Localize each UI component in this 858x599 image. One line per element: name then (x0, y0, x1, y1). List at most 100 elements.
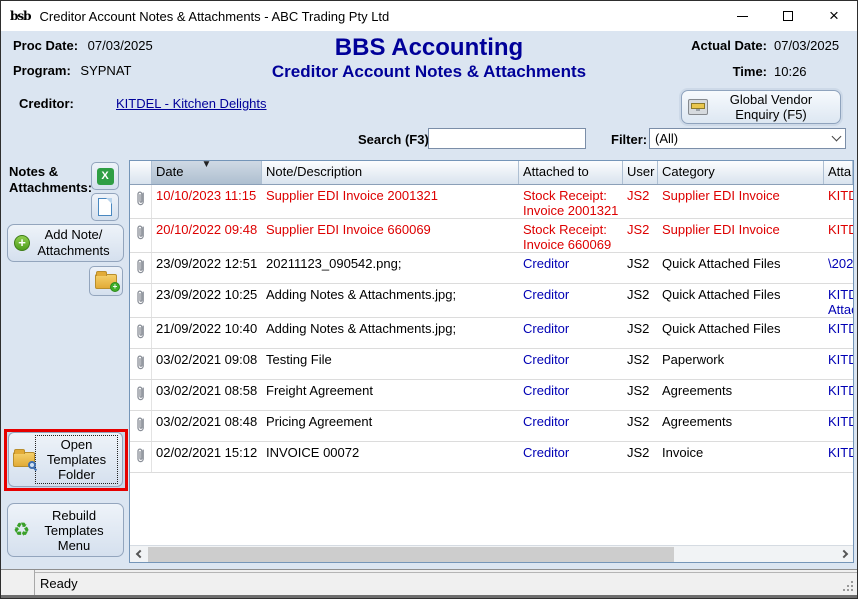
cell-description: Supplier EDI Invoice 2001321 (262, 185, 519, 218)
cell-description: 20211123_090542.png; (262, 253, 519, 283)
cell-user: JS2 (623, 318, 658, 348)
cell-attachment[interactable]: KITD (824, 219, 853, 252)
table-row[interactable]: 23/09/2022 10:25 Adding Notes & Attachme… (130, 284, 853, 318)
cell-description: Pricing Agreement (262, 411, 519, 441)
paperclip-icon (130, 253, 152, 283)
cell-attached-to[interactable]: Creditor (519, 284, 623, 317)
time-label: Time: (733, 64, 767, 79)
open-templates-folder-label: Open Templates Folder (35, 435, 118, 484)
filter-selected-value: (All) (655, 131, 833, 146)
cell-date: 03/02/2021 08:58 (152, 380, 262, 410)
cell-attachment[interactable]: KITD (824, 380, 853, 410)
header-date-label: Date (156, 164, 183, 179)
resize-grip[interactable] (843, 581, 853, 591)
cell-category: Supplier EDI Invoice (658, 185, 824, 218)
header-attached-to[interactable]: Attached to (519, 161, 623, 184)
scroll-left-button[interactable] (130, 546, 146, 562)
table-row[interactable]: 03/02/2021 08:48 Pricing Agreement Credi… (130, 411, 853, 442)
paperclip-icon (130, 318, 152, 348)
table-row[interactable]: 02/02/2021 15:12 INVOICE 00072 Creditor … (130, 442, 853, 473)
table-row[interactable]: 23/09/2022 12:51 20211123_090542.png; Cr… (130, 253, 853, 284)
table-row[interactable]: 10/10/2023 11:15 Supplier EDI Invoice 20… (130, 185, 853, 219)
rebuild-templates-menu-button[interactable]: ♻ Rebuild Templates Menu (7, 503, 124, 557)
header-attachment[interactable]: Atta (824, 161, 853, 184)
paperclip-icon (130, 349, 152, 379)
cell-attached-to[interactable]: Creditor (519, 380, 623, 410)
plus-badge-icon: + (110, 282, 120, 292)
cell-attached-to[interactable]: Stock Receipt: Invoice 2001321 (519, 185, 623, 218)
screen-title: Creditor Account Notes & Attachments (1, 62, 857, 82)
paperclip-icon (130, 380, 152, 410)
paperclip-icon (130, 284, 152, 317)
table-row[interactable]: 20/10/2022 09:48 Supplier EDI Invoice 66… (130, 219, 853, 253)
cell-date: 20/10/2022 09:48 (152, 219, 262, 252)
global-vendor-enquiry-label: Global Vendor Enquiry (F5) (708, 92, 834, 122)
status-cell-border (35, 572, 857, 573)
add-note-attachments-button[interactable]: + Add Note/ Attachments (7, 224, 124, 262)
horizontal-scrollbar[interactable] (130, 545, 853, 562)
cell-date: 23/09/2022 10:25 (152, 284, 262, 317)
actual-date-label: Actual Date: (691, 38, 767, 53)
chevron-left-icon (135, 550, 143, 558)
cell-attached-to[interactable]: Creditor (519, 318, 623, 348)
cell-attachment[interactable]: KITD (824, 411, 853, 441)
cell-attached-to[interactable]: Creditor (519, 349, 623, 379)
quick-attach-folder-button[interactable]: + (89, 266, 123, 296)
document-icon (98, 198, 112, 216)
cell-date: 03/02/2021 08:48 (152, 411, 262, 441)
cell-category: Agreements (658, 411, 824, 441)
notes-table: ▼ Date Note/Description Attached to User… (129, 160, 854, 563)
cell-user: JS2 (623, 411, 658, 441)
new-document-button[interactable] (91, 193, 119, 221)
cell-attached-to[interactable]: Stock Receipt: Invoice 660069 (519, 219, 623, 252)
filter-dropdown[interactable]: (All) (649, 128, 846, 149)
cell-attached-to[interactable]: Creditor (519, 411, 623, 441)
cell-attachment[interactable]: KITD Attac (824, 284, 853, 317)
header-description[interactable]: Note/Description (262, 161, 519, 184)
cell-attachment[interactable]: \202 (824, 253, 853, 283)
maximize-icon (783, 11, 793, 21)
minimize-button[interactable] (719, 1, 765, 31)
folder-add-icon: + (95, 274, 117, 289)
search-input[interactable] (428, 128, 586, 149)
header-category[interactable]: Category (658, 161, 824, 184)
header-user[interactable]: User (623, 161, 658, 184)
cell-attachment[interactable]: KITD (824, 185, 853, 218)
maximize-button[interactable] (765, 1, 811, 31)
status-text: Ready (40, 576, 78, 591)
cell-category: Quick Attached Files (658, 284, 824, 317)
table-row[interactable]: 21/09/2022 10:40 Adding Notes & Attachme… (130, 318, 853, 349)
cell-user: JS2 (623, 185, 658, 218)
cell-attachment[interactable]: KITD (824, 442, 853, 472)
folder-search-icon (13, 452, 35, 467)
table-body: 10/10/2023 11:15 Supplier EDI Invoice 20… (130, 185, 853, 473)
close-button[interactable]: × (811, 1, 857, 31)
titlebar: bsb Creditor Account Notes & Attachments… (1, 1, 857, 31)
scrollbar-thumb[interactable] (148, 547, 674, 562)
table-row[interactable]: 03/02/2021 08:58 Freight Agreement Credi… (130, 380, 853, 411)
cell-user: JS2 (623, 253, 658, 283)
table-row[interactable]: 03/02/2021 09:08 Testing File Creditor J… (130, 349, 853, 380)
paperclip-icon (130, 185, 152, 218)
cell-attached-to[interactable]: Creditor (519, 442, 623, 472)
header-date[interactable]: ▼ Date (152, 161, 262, 184)
rebuild-templates-menu-label: Rebuild Templates Menu (30, 508, 118, 553)
excel-export-icon: X (97, 168, 114, 185)
cell-description: Freight Agreement (262, 380, 519, 410)
notes-attachments-label: Notes & Attachments: (9, 164, 93, 196)
cell-attachment[interactable]: KITD (824, 349, 853, 379)
global-vendor-enquiry-button[interactable]: Global Vendor Enquiry (F5) (681, 90, 841, 124)
cell-date: 23/09/2022 12:51 (152, 253, 262, 283)
cell-attached-to[interactable]: Creditor (519, 253, 623, 283)
table-header: ▼ Date Note/Description Attached to User… (130, 161, 853, 185)
creditor-label: Creditor: (19, 96, 74, 111)
cell-description: Supplier EDI Invoice 660069 (262, 219, 519, 252)
export-excel-button[interactable]: X (91, 162, 119, 190)
scroll-right-button[interactable] (837, 546, 853, 562)
app-window: bsb Creditor Account Notes & Attachments… (0, 0, 858, 599)
creditor-link[interactable]: KITDEL - Kitchen Delights (116, 96, 267, 111)
cell-attachment[interactable]: KITD (824, 318, 853, 348)
header-clip-column[interactable] (130, 161, 152, 184)
open-templates-folder-button[interactable]: Open Templates Folder (8, 432, 123, 487)
search-label: Search (F3): (358, 132, 433, 147)
